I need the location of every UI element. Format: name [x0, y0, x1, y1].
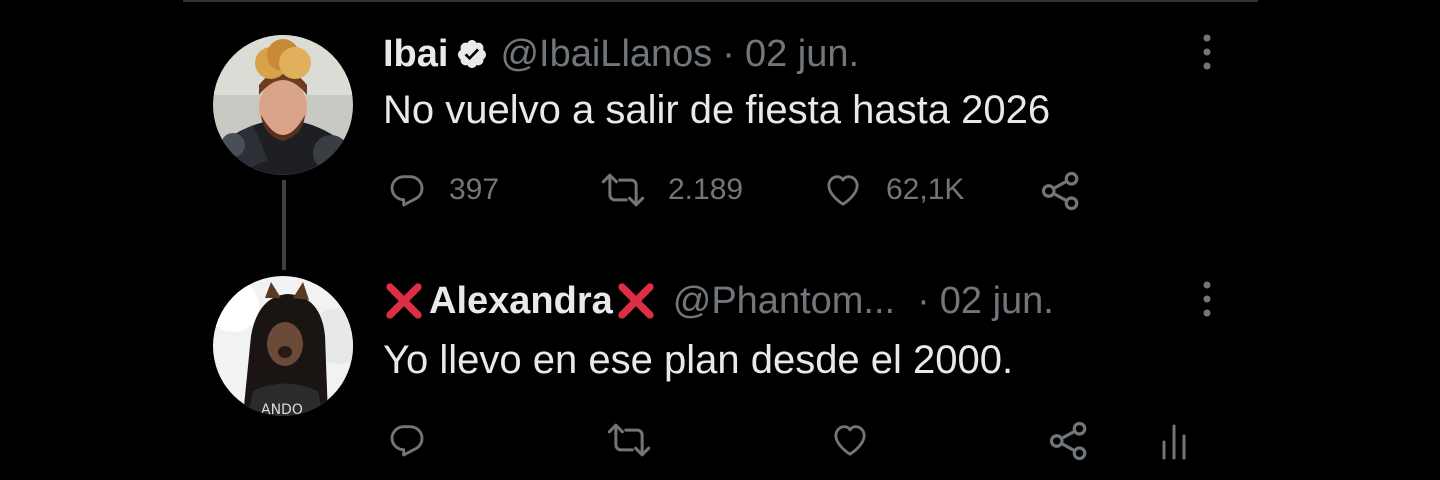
analytics-icon [1162, 424, 1186, 460]
like-button[interactable]: 62,1K [822, 170, 964, 210]
tweet-text: No vuelvo a salir de fiesta hasta 2026 [383, 88, 1051, 132]
tweet-date[interactable]: 02 jun. [745, 33, 859, 76]
tweet-header: Ibai @IbaiLlanos · 02 jun. [383, 32, 859, 76]
retweet-count: 2.189 [668, 173, 744, 206]
tweet-header: Alexandra @Phantom... · 02 jun. [383, 278, 1054, 324]
tweet-ibai[interactable]: Ibai @IbaiLlanos · 02 jun. No vuelvo a s… [0, 0, 1440, 240]
separator-dot: · [917, 279, 930, 322]
like-count: 62,1K [886, 173, 965, 206]
cross-emoji-icon [618, 283, 654, 319]
cross-emoji-icon [386, 283, 422, 319]
reply-icon [390, 175, 424, 207]
like-icon [834, 425, 866, 456]
share-icon [1049, 421, 1087, 461]
verified-icon [458, 40, 487, 68]
author-name[interactable]: Ibai [383, 33, 448, 76]
like-icon [827, 175, 859, 206]
svg-text:ANDO: ANDO [261, 402, 303, 416]
author-handle[interactable]: @Phantom... [673, 280, 895, 323]
reply-button[interactable] [387, 420, 427, 460]
reply-count: 397 [449, 173, 500, 206]
share-button[interactable] [1048, 420, 1090, 462]
reply-icon [390, 425, 424, 457]
avatar-ibai[interactable] [213, 35, 353, 175]
analytics-button[interactable] [1160, 422, 1190, 462]
retweet-icon [601, 173, 645, 207]
retweet-button[interactable] [606, 420, 652, 460]
tweet-text: Yo llevo en ese plan desde el 2000. [383, 338, 1014, 382]
share-icon [1041, 171, 1079, 211]
author-handle[interactable]: @IbaiLlanos [500, 33, 712, 76]
avatar-alexandra[interactable]: ANDO [213, 276, 353, 416]
separator-dot: · [722, 32, 735, 75]
more-icon[interactable] [1202, 280, 1212, 318]
author-name[interactable]: Alexandra [429, 280, 613, 323]
retweet-button[interactable]: 2.189 [600, 170, 743, 210]
retweet-icon [607, 423, 651, 457]
share-button[interactable] [1040, 170, 1082, 212]
more-icon[interactable] [1202, 33, 1212, 71]
tweet-alexandra[interactable]: ANDO Alexandra @Phantom... · 02 jun. Yo … [0, 240, 1440, 480]
like-button[interactable] [829, 420, 871, 460]
reply-button[interactable]: 397 [387, 170, 499, 210]
tweet-date[interactable]: 02 jun. [940, 280, 1054, 323]
